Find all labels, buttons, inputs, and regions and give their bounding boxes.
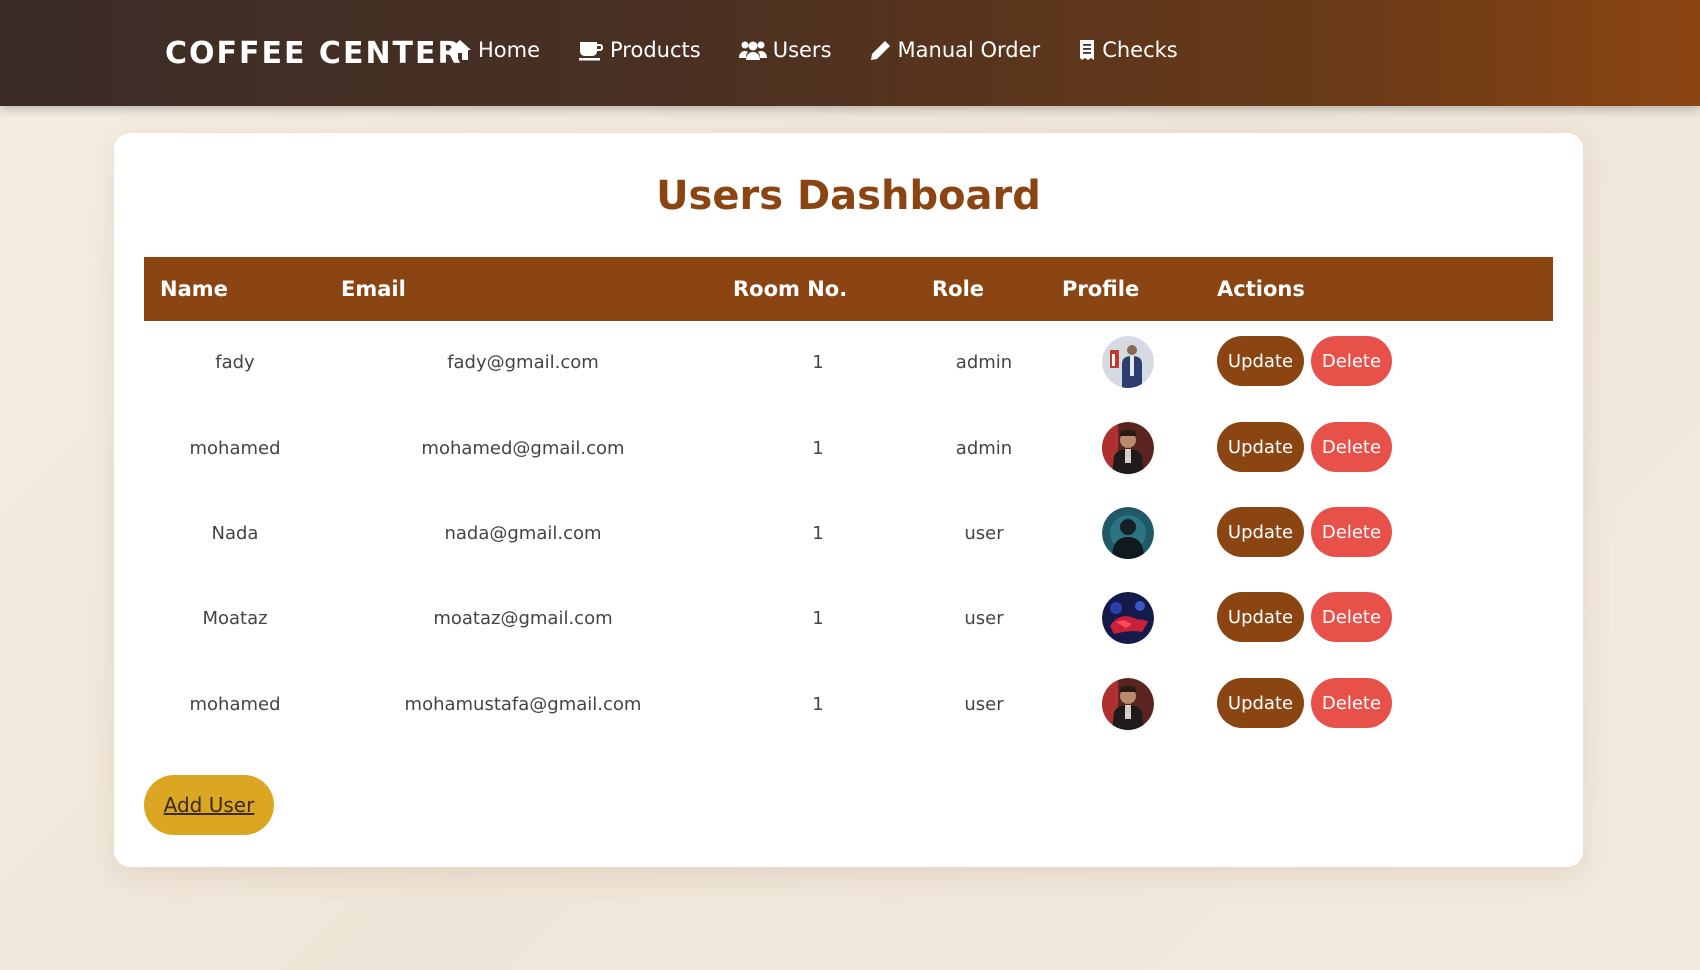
user-name: Moataz	[202, 607, 268, 629]
nav-link-manual-order[interactable]: Manual Order	[870, 38, 1041, 62]
user-room: 1	[812, 522, 824, 544]
user-role: user	[964, 693, 1004, 715]
column-header-actions: Actions	[1217, 277, 1305, 301]
update-user-button[interactable]: Update	[1217, 592, 1304, 642]
user-room: 1	[812, 351, 824, 373]
avatar[interactable]	[1102, 336, 1154, 388]
nav-link-label: Manual Order	[897, 38, 1041, 62]
user-profile	[1052, 493, 1204, 573]
user-profile	[1052, 578, 1204, 658]
receipt-icon	[1080, 40, 1095, 60]
user-email: mohamed@gmail.com	[421, 437, 625, 459]
user-email: nada@gmail.com	[444, 522, 602, 544]
nav-link-label: Users	[772, 38, 832, 62]
update-user-button[interactable]: Update	[1217, 422, 1304, 472]
update-user-button[interactable]: Update	[1217, 678, 1304, 728]
column-header-name: Name	[160, 277, 228, 301]
users-icon	[738, 41, 767, 60]
nav-links: Home Products Users Manual Order Checks	[448, 38, 1216, 62]
user-name: mohamed	[189, 437, 281, 459]
column-header-email: Email	[341, 277, 406, 301]
brand-logo-text[interactable]: COFFEE CENTER	[165, 36, 463, 71]
home-icon	[449, 40, 471, 60]
nav-link-home[interactable]: Home	[448, 38, 540, 62]
table-row: fady fady@gmail.com 1 admin Update Delet…	[144, 322, 1553, 402]
user-email: fady@gmail.com	[447, 351, 599, 373]
user-profile	[1052, 408, 1204, 488]
user-name: Nada	[211, 522, 259, 544]
add-user-button[interactable]: Add User	[144, 775, 274, 835]
user-role: admin	[955, 437, 1013, 459]
avatar[interactable]	[1102, 507, 1154, 559]
table-header: Name Email Room No. Role Profile Actions	[144, 257, 1553, 321]
delete-user-button[interactable]: Delete	[1311, 507, 1392, 557]
delete-user-button[interactable]: Delete	[1311, 592, 1392, 642]
user-profile	[1052, 322, 1204, 402]
page-title: Users Dashboard	[656, 173, 1041, 219]
nav-link-label: Products	[610, 38, 701, 62]
avatar[interactable]	[1102, 592, 1154, 644]
table-row: Nada nada@gmail.com 1 user Update Delete	[144, 493, 1553, 573]
column-header-room: Room No.	[733, 277, 848, 301]
user-room: 1	[812, 607, 824, 629]
column-header-role: Role	[932, 277, 985, 301]
delete-user-button[interactable]: Delete	[1311, 678, 1392, 728]
user-name: mohamed	[189, 693, 281, 715]
user-room: 1	[812, 693, 824, 715]
nav-link-products[interactable]: Products	[578, 38, 701, 62]
avatar[interactable]	[1102, 422, 1154, 474]
table-row: mohamed mohamustafa@gmail.com 1 user Upd…	[144, 664, 1553, 744]
user-profile	[1052, 664, 1204, 744]
coffee-cup-icon	[579, 42, 604, 61]
delete-user-button[interactable]: Delete	[1311, 336, 1392, 386]
user-role: user	[964, 607, 1004, 629]
nav-link-label: Checks	[1102, 38, 1178, 62]
update-user-button[interactable]: Update	[1217, 507, 1304, 557]
user-room: 1	[812, 437, 824, 459]
user-name: fady	[215, 351, 255, 373]
delete-user-button[interactable]: Delete	[1311, 422, 1392, 472]
nav-link-checks[interactable]: Checks	[1078, 38, 1178, 62]
user-role: user	[964, 522, 1004, 544]
avatar[interactable]	[1102, 678, 1154, 730]
column-header-profile: Profile	[1062, 277, 1140, 301]
top-navbar: COFFEE CENTER Home Products Users Manual…	[0, 0, 1700, 106]
user-email: mohamustafa@gmail.com	[404, 693, 642, 715]
update-user-button[interactable]: Update	[1217, 336, 1304, 386]
table-row: mohamed mohamed@gmail.com 1 admin Update…	[144, 408, 1553, 488]
user-role: admin	[955, 351, 1013, 373]
users-dashboard-card: Users Dashboard Name Email Room No. Role…	[114, 133, 1583, 867]
user-email: moataz@gmail.com	[433, 607, 613, 629]
nav-link-label: Home	[478, 38, 541, 62]
table-row: Moataz moataz@gmail.com 1 user Update De…	[144, 578, 1553, 658]
nav-link-users[interactable]: Users	[738, 38, 832, 62]
pencil-icon	[870, 41, 890, 60]
